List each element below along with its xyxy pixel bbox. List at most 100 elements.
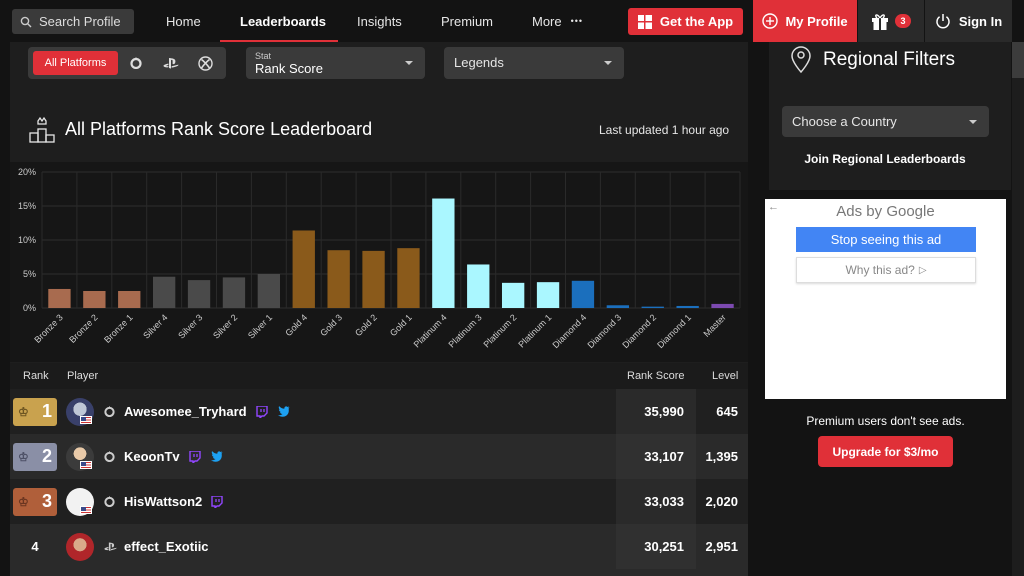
y-tick-label: 0% bbox=[23, 303, 36, 313]
country-select-value: Choose a Country bbox=[792, 114, 897, 129]
playstation-icon bbox=[163, 58, 179, 69]
x-tick-label: Master bbox=[701, 312, 728, 339]
playstation-platform-button[interactable] bbox=[160, 52, 182, 74]
nav-more[interactable]: More ••• bbox=[532, 0, 583, 42]
y-tick-label: 20% bbox=[18, 167, 36, 177]
col-rank: Rank bbox=[23, 370, 49, 382]
bar-bronze-3[interactable] bbox=[48, 288, 71, 308]
why-ad-button[interactable]: Why this ad? ▷ bbox=[796, 257, 976, 283]
bar-diamond-2[interactable] bbox=[641, 306, 664, 308]
player-name-cell: KeoonTv bbox=[124, 434, 223, 479]
col-rank-score[interactable]: Rank Score bbox=[627, 370, 684, 382]
table-row[interactable]: ♔ 2 KeoonTv 33,107 1,395 bbox=[10, 434, 748, 479]
join-regional-link[interactable]: Join Regional Leaderboards bbox=[769, 152, 1001, 166]
more-dots-icon: ••• bbox=[570, 16, 584, 26]
player-name[interactable]: HisWattson2 bbox=[124, 494, 202, 509]
bar-gold-2[interactable] bbox=[362, 250, 385, 308]
bar-diamond-3[interactable] bbox=[606, 305, 630, 308]
regional-filters-title: Regional Filters bbox=[823, 49, 955, 70]
bar-diamond-1[interactable] bbox=[676, 305, 699, 308]
origin-platform-button[interactable] bbox=[125, 52, 147, 74]
search-input[interactable]: Search Profile bbox=[12, 9, 134, 34]
x-tick-label: Gold 2 bbox=[353, 312, 379, 338]
player-name-cell: effect_Exotiic bbox=[124, 524, 209, 569]
x-tick-label: Silver 1 bbox=[246, 312, 274, 340]
get-app-button[interactable]: Get the App bbox=[628, 8, 743, 35]
get-app-label: Get the App bbox=[659, 14, 734, 29]
origin-icon bbox=[104, 434, 115, 479]
search-placeholder: Search Profile bbox=[39, 14, 121, 29]
table-row[interactable]: ♔ 3 HisWattson2 33,033 2,020 bbox=[10, 479, 748, 524]
table-row[interactable]: ♔ 1 Awesomee_Tryhard 35,990 645 bbox=[10, 389, 748, 434]
nav-insights[interactable]: Insights bbox=[357, 0, 402, 42]
col-level[interactable]: Level bbox=[712, 370, 738, 382]
nav-leaderboards[interactable]: Leaderboards bbox=[240, 0, 326, 42]
origin-icon bbox=[130, 57, 142, 69]
chevron-down-icon bbox=[969, 120, 977, 124]
rank-number: 3 bbox=[41, 491, 52, 511]
rank-score-cell: 33,033 bbox=[616, 479, 696, 524]
bar-master[interactable] bbox=[711, 303, 734, 308]
xbox-platform-button[interactable] bbox=[194, 52, 216, 74]
bar-platinum-1[interactable] bbox=[536, 282, 560, 308]
y-tick-label: 10% bbox=[18, 235, 36, 245]
twitch-icon[interactable] bbox=[188, 450, 201, 463]
xbox-icon bbox=[197, 55, 213, 71]
bar-platinum-4[interactable] bbox=[432, 198, 455, 308]
x-tick-label: Bronze 1 bbox=[102, 312, 135, 345]
ads-by-google: Ads by Google bbox=[836, 203, 935, 220]
bar-silver-1[interactable] bbox=[257, 274, 281, 308]
scrollbar-track[interactable] bbox=[1012, 42, 1024, 576]
twitter-icon[interactable] bbox=[277, 406, 290, 417]
my-profile-button[interactable]: My Profile bbox=[753, 0, 857, 42]
bar-bronze-2[interactable] bbox=[83, 291, 106, 308]
gift-button[interactable]: 3 bbox=[858, 0, 924, 42]
player-name[interactable]: KeoonTv bbox=[124, 449, 180, 464]
x-tick-label: Platinum 4 bbox=[412, 312, 449, 349]
twitch-icon[interactable] bbox=[211, 495, 223, 508]
table-row[interactable]: 4 effect_Exotiic 30,251 2,951 bbox=[10, 524, 748, 576]
bar-platinum-3[interactable] bbox=[467, 264, 490, 308]
x-tick-label: Gold 1 bbox=[388, 312, 414, 338]
bar-gold-1[interactable] bbox=[397, 248, 420, 308]
why-ad-label: Why this ad? bbox=[845, 263, 915, 277]
y-tick-label: 5% bbox=[23, 269, 36, 279]
us-flag-icon bbox=[80, 461, 92, 469]
bar-gold-3[interactable] bbox=[327, 250, 350, 308]
bar-silver-2[interactable] bbox=[222, 277, 246, 308]
sign-in-button[interactable]: Sign In bbox=[925, 0, 1012, 42]
rank-medal: ♔ 2 bbox=[13, 442, 57, 471]
nav-premium[interactable]: Premium bbox=[441, 0, 493, 42]
crown-icon: ♔ bbox=[18, 449, 29, 464]
bar-silver-3[interactable] bbox=[187, 280, 211, 308]
crown-icon: ♔ bbox=[18, 404, 29, 419]
avatar[interactable] bbox=[66, 533, 94, 561]
stop-ad-button[interactable]: Stop seeing this ad bbox=[796, 227, 976, 252]
player-name[interactable]: effect_Exotiic bbox=[124, 539, 209, 554]
player-name[interactable]: Awesomee_Tryhard bbox=[124, 404, 247, 419]
origin-icon bbox=[104, 389, 115, 434]
x-tick-label: Diamond 2 bbox=[620, 312, 658, 350]
bar-platinum-2[interactable] bbox=[501, 282, 525, 308]
all-platforms-button[interactable]: All Platforms bbox=[33, 51, 118, 75]
x-tick-label: Silver 4 bbox=[141, 312, 169, 340]
bar-diamond-4[interactable] bbox=[571, 280, 595, 308]
scrollbar-thumb[interactable] bbox=[1012, 42, 1024, 78]
rank-cell: 4 bbox=[10, 524, 60, 569]
bar-silver-4[interactable] bbox=[152, 276, 176, 308]
x-tick-label: Platinum 3 bbox=[447, 312, 484, 349]
legend-select-value: Legends bbox=[454, 55, 504, 70]
rank-score-cell: 35,990 bbox=[616, 389, 696, 434]
bar-bronze-1[interactable] bbox=[118, 291, 141, 308]
x-tick-label: Platinum 2 bbox=[481, 312, 518, 349]
gift-count-badge: 3 bbox=[895, 14, 911, 28]
upgrade-button[interactable]: Upgrade for $3/mo bbox=[818, 436, 953, 467]
sign-in-label: Sign In bbox=[958, 13, 1003, 29]
twitter-icon[interactable] bbox=[210, 451, 223, 462]
bar-gold-4[interactable] bbox=[292, 230, 315, 308]
twitch-icon[interactable] bbox=[255, 405, 268, 418]
level-cell: 645 bbox=[716, 404, 738, 419]
rank-number: 2 bbox=[41, 446, 52, 466]
rank-score-cell: 33,107 bbox=[616, 434, 696, 479]
nav-home[interactable]: Home bbox=[166, 0, 201, 42]
